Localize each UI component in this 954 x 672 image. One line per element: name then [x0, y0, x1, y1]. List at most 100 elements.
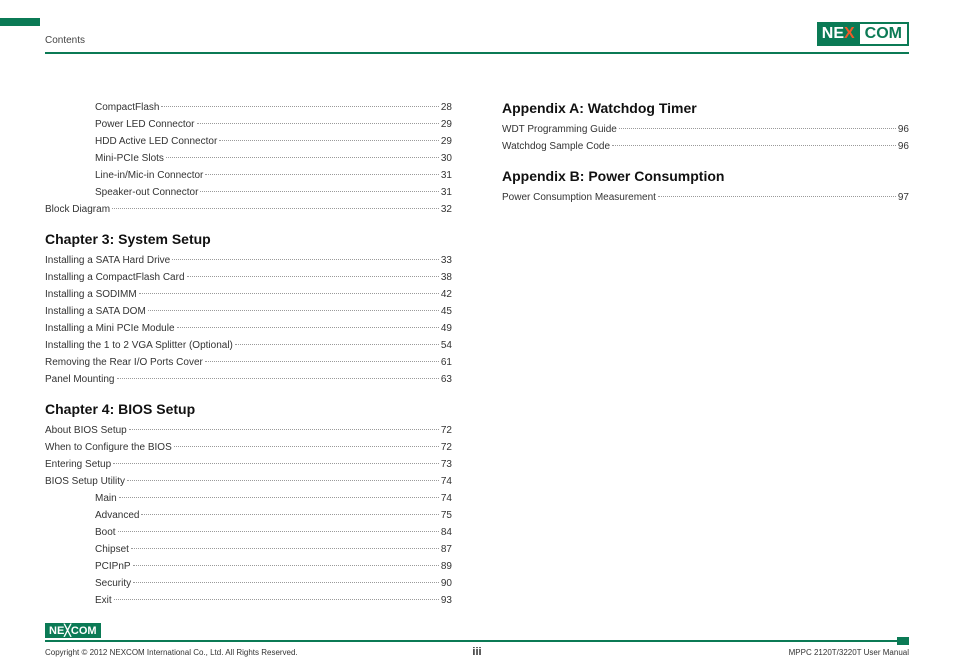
toc-entry-page: 38: [441, 270, 452, 285]
toc-leader-dots: [139, 293, 439, 294]
toc-entry-label: Boot: [95, 525, 116, 540]
toc-entry-label: Advanced: [95, 508, 139, 523]
toc-entry-page: 93: [441, 593, 452, 608]
toc-entry-page: 49: [441, 321, 452, 336]
toc-entry[interactable]: Security 90: [45, 576, 452, 591]
toc-entry[interactable]: BIOS Setup Utility 74: [45, 474, 452, 489]
toc-leader-dots: [177, 327, 439, 328]
toc-entry[interactable]: Boot 84: [45, 525, 452, 540]
toc-entry[interactable]: Installing the 1 to 2 VGA Splitter (Opti…: [45, 338, 452, 353]
toc-leader-dots: [127, 480, 439, 481]
toc-entry[interactable]: Chipset87: [45, 542, 452, 557]
toc-entry[interactable]: Removing the Rear I/O Ports Cover 61: [45, 355, 452, 370]
heading-appendix-b: Appendix B: Power Consumption: [502, 168, 909, 184]
toc-entry-label: Mini-PCIe Slots: [95, 151, 164, 166]
toc-entry[interactable]: Installing a Mini PCIe Module49: [45, 321, 452, 336]
toc-entry-label: Speaker-out Connector: [95, 185, 198, 200]
toc-entry[interactable]: Entering Setup 73: [45, 457, 452, 472]
header-accent: [0, 18, 40, 26]
toc-entry-page: 31: [441, 168, 452, 183]
toc-leader-dots: [187, 276, 439, 277]
toc-entry-label: Panel Mounting: [45, 372, 115, 387]
logo-x: X: [844, 25, 855, 43]
toc-entry-page: 90: [441, 576, 452, 591]
toc-entry-label: Security: [95, 576, 131, 591]
toc-entry-label: Power LED Connector: [95, 117, 195, 132]
toc-entry[interactable]: Mini-PCIe Slots 30: [45, 151, 452, 166]
toc-entry-page: 31: [441, 185, 452, 200]
toc-entry-label: Installing a SATA DOM: [45, 304, 146, 319]
toc-leader-dots: [133, 565, 439, 566]
toc-entry[interactable]: CompactFlash28: [45, 100, 452, 115]
toc-entry[interactable]: When to Configure the BIOS72: [45, 440, 452, 455]
toc-leader-dots: [612, 145, 896, 146]
toc-entry-label: Block Diagram: [45, 202, 110, 217]
toc-entry[interactable]: Speaker-out Connector 31: [45, 185, 452, 200]
toc-entry-page: 33: [441, 253, 452, 268]
toc-entry[interactable]: Installing a CompactFlash Card38: [45, 270, 452, 285]
toc-entry-label: Main: [95, 491, 117, 506]
heading-appendix-a: Appendix A: Watchdog Timer: [502, 100, 909, 116]
toc-entry-page: 97: [898, 190, 909, 205]
toc-leader-dots: [197, 123, 439, 124]
logo-right: COM: [860, 22, 909, 46]
toc-entry[interactable]: HDD Active LED Connector 29: [45, 134, 452, 149]
toc-entry-label: When to Configure the BIOS: [45, 440, 172, 455]
toc-entry-label: Watchdog Sample Code: [502, 139, 610, 154]
toc-entry[interactable]: Installing a SATA DOM45: [45, 304, 452, 319]
toc-entry[interactable]: PCIPnP89: [45, 559, 452, 574]
breadcrumb: Contents: [45, 35, 85, 46]
toc-leader-dots: [619, 128, 896, 129]
toc-entry[interactable]: Line-in/Mic-in Connector31: [45, 168, 452, 183]
toc-entry-page: 29: [441, 134, 452, 149]
toc-right-column: Appendix A: Watchdog Timer WDT Programmi…: [502, 100, 909, 610]
toc-leader-dots: [112, 208, 439, 209]
toc-left-column: CompactFlash28Power LED Connector29HDD A…: [45, 100, 452, 610]
toc-leader-dots: [148, 310, 439, 311]
toc-leader-dots: [114, 599, 439, 600]
toc-entry[interactable]: Watchdog Sample Code 96: [502, 139, 909, 154]
toc-entry-page: 84: [441, 525, 452, 540]
toc-entry[interactable]: Panel Mounting63: [45, 372, 452, 387]
toc-entry-page: 96: [898, 139, 909, 154]
toc-entry-page: 72: [441, 423, 452, 438]
toc-entry-label: About BIOS Setup: [45, 423, 127, 438]
header-rule: [45, 52, 909, 54]
toc-entry-page: 32: [441, 202, 452, 217]
toc-entry[interactable]: Block Diagram 32: [45, 202, 452, 217]
toc-entry-page: 74: [441, 474, 452, 489]
toc-leader-dots: [174, 446, 439, 447]
toc-entry-label: Entering Setup: [45, 457, 111, 472]
toc-entry[interactable]: About BIOS Setup 72: [45, 423, 452, 438]
toc-entry[interactable]: Power Consumption Measurement97: [502, 190, 909, 205]
toc-leader-dots: [235, 344, 439, 345]
toc-leader-dots: [133, 582, 439, 583]
toc-entry-label: Installing the 1 to 2 VGA Splitter (Opti…: [45, 338, 233, 353]
brand-logo: NEX COM: [817, 22, 909, 46]
toc-entry[interactable]: Advanced 75: [45, 508, 452, 523]
toc-entry[interactable]: Power LED Connector 29: [45, 117, 452, 132]
toc-entry-page: 61: [441, 355, 452, 370]
toc-entry-label: HDD Active LED Connector: [95, 134, 217, 149]
toc-entry-page: 30: [441, 151, 452, 166]
toc-entry[interactable]: Main 74: [45, 491, 452, 506]
toc-leader-dots: [118, 531, 439, 532]
toc-entry-label: WDT Programming Guide: [502, 122, 617, 137]
toc-leader-dots: [129, 429, 439, 430]
toc-leader-dots: [205, 174, 438, 175]
toc-entry-page: 74: [441, 491, 452, 506]
toc-leader-dots: [117, 378, 439, 379]
toc-entry[interactable]: WDT Programming Guide96: [502, 122, 909, 137]
toc-entry-page: 42: [441, 287, 452, 302]
toc-entry-label: Removing the Rear I/O Ports Cover: [45, 355, 203, 370]
toc-entry-page: 73: [441, 457, 452, 472]
toc-leader-dots: [113, 463, 439, 464]
toc-entry-page: 29: [441, 117, 452, 132]
toc-entry[interactable]: Exit93: [45, 593, 452, 608]
toc-entry[interactable]: Installing a SATA Hard Drive33: [45, 253, 452, 268]
toc-entry-label: Installing a SODIMM: [45, 287, 137, 302]
toc-entry-page: 75: [441, 508, 452, 523]
toc-entry[interactable]: Installing a SODIMM 42: [45, 287, 452, 302]
toc-leader-dots: [119, 497, 439, 498]
toc-entry-label: BIOS Setup Utility: [45, 474, 125, 489]
